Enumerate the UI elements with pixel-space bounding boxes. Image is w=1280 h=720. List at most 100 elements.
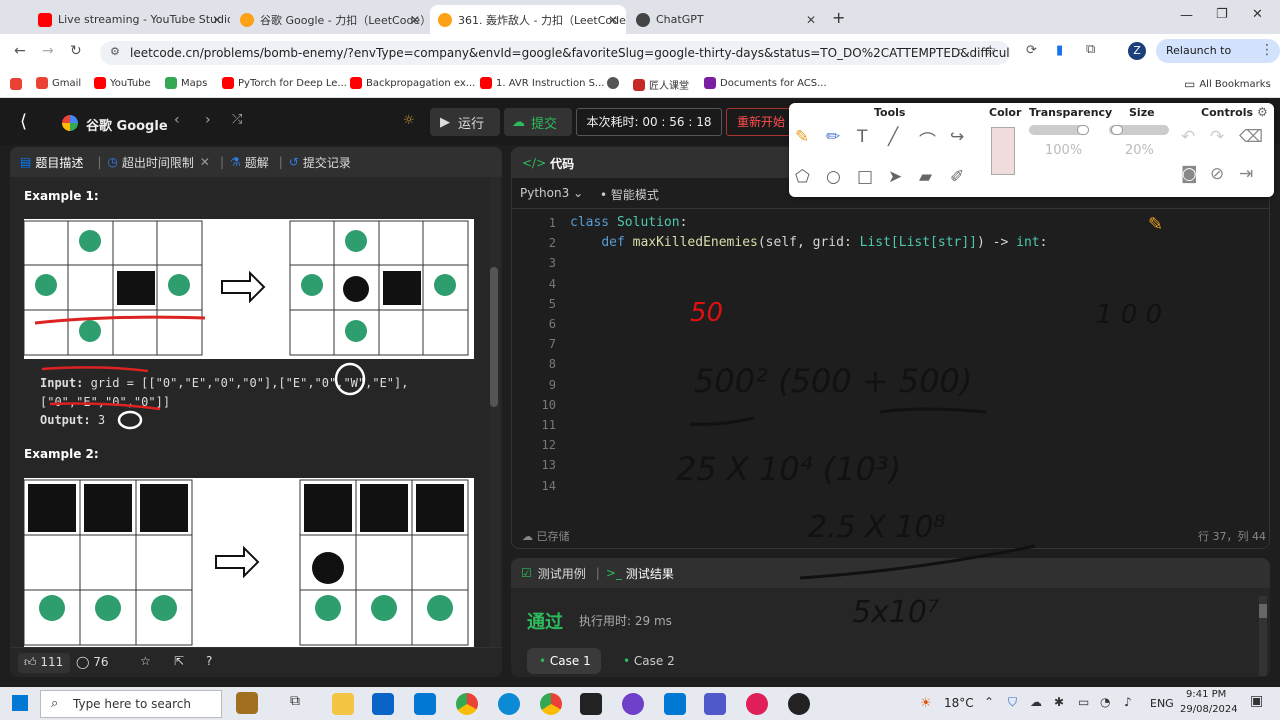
eraser-icon[interactable]: ▰ [919,167,950,194]
toolbox-app-icon[interactable] [236,692,258,714]
code-line[interactable]: class Solution: [570,215,687,230]
share-icon[interactable]: ⇱ [174,654,184,668]
bookmark-maps[interactable]: Maps [165,77,207,89]
prev-question-icon[interactable]: ‹ [174,112,180,128]
clear-icon[interactable]: ⌫ [1239,127,1268,156]
case1-tab[interactable]: • Case 1 [527,648,601,674]
square-icon[interactable]: □ [857,167,888,194]
tab-testresult[interactable]: 测试结果 [626,565,674,582]
display-icon[interactable]: ▭ [1078,695,1089,709]
restart-button[interactable]: 重新开始 [726,108,796,136]
debug-icon[interactable]: ☼ [403,113,415,128]
back-icon[interactable]: ← [14,43,26,59]
bookmark-pytorch[interactable]: PyTorch for Deep Le... [222,77,347,89]
bookmark-acs[interactable]: Documents for ACS... [704,77,827,89]
scrollbar[interactable] [490,177,500,647]
menu-icon[interactable]: ⋮ [1260,42,1274,58]
bookmark-icon[interactable] [10,78,22,90]
teams-icon[interactable] [704,693,726,715]
github-desktop-icon[interactable] [622,693,644,715]
terminal-app-icon[interactable] [580,693,602,715]
vscode-icon[interactable] [664,693,686,715]
forward-icon[interactable]: → [42,43,54,59]
slack-icon[interactable] [746,693,768,715]
minimize-icon[interactable]: — [1180,8,1193,23]
extension2-icon[interactable]: ▮ [1056,43,1063,58]
extension-icon[interactable]: ⟳ [1026,43,1037,58]
tab-bomb-enemy[interactable]: 361. 轰炸敌人 - 力扣（LeetCode） ✕ [430,5,626,34]
text-icon[interactable]: T [857,127,888,159]
smart-mode[interactable]: • 智能模式 [600,186,659,203]
site-info-icon[interactable]: ⚙ [110,45,120,58]
shuffle-icon[interactable]: ⤮ [232,112,242,127]
size-slider[interactable] [1109,125,1169,135]
submit-button[interactable]: ☁ 提交 [504,108,572,136]
highlighter-icon[interactable]: ✐ [950,167,981,194]
maximize-icon[interactable]: ❐ [1216,7,1228,22]
settings-gear-icon[interactable]: ⚙ [1257,105,1268,119]
close-icon[interactable]: ✕ [410,13,420,27]
favorite-star-icon[interactable]: ☆ [140,654,151,668]
new-tab-icon[interactable]: + [832,8,845,27]
code-line[interactable]: def maxKilledEnemies(self, grid: List[Li… [570,235,1047,250]
camera-icon[interactable]: ◙ [1181,164,1210,193]
help-icon[interactable]: ? [206,654,212,668]
taskbar-search[interactable]: ⌕ Type here to search [40,690,222,718]
file-explorer-icon[interactable] [332,693,354,715]
notifications-icon[interactable]: ▣ [1250,693,1263,709]
bookmark-star-icon[interactable]: ☆ [984,43,997,59]
puzzle-icon[interactable]: ⧉ [1086,42,1095,57]
next-question-icon[interactable]: › [205,112,211,128]
hide-icon[interactable]: ⊘ [1210,164,1239,193]
task-view-icon[interactable]: ⧉ [290,693,312,715]
pencil-icon[interactable]: ✎ [795,127,826,159]
transparency-slider[interactable] [1029,125,1089,135]
circle-icon[interactable]: ○ [826,167,857,194]
leetcode-logo-icon[interactable]: ⟨ [20,111,27,132]
volume-icon[interactable]: ♪ [1124,695,1132,709]
windows-start-icon[interactable] [12,695,28,711]
tab-testcases[interactable]: 测试用例 [538,565,586,582]
profile-avatar[interactable]: Z [1128,42,1146,60]
case2-tab[interactable]: • Case 2 [615,648,689,674]
bookmark-globe[interactable] [607,77,619,89]
tab-google-leetcode[interactable]: 谷歌 Google - 力扣（LeetCode） ✕ [232,5,428,34]
close-window-icon[interactable]: ✕ [1252,7,1263,22]
pentagon-icon[interactable]: ⬠ [795,167,826,194]
marker-icon[interactable]: ✏ [826,127,857,159]
like-button[interactable]: 👍︎ 111 [18,653,70,673]
scrollbar[interactable] [1259,596,1267,676]
company-title[interactable]: 谷歌 Google [86,115,168,134]
tray-chevron-icon[interactable]: ⌃ [984,695,994,709]
zoom-icon[interactable]: ⌕ [957,44,964,59]
bookmark-jiangren[interactable]: 匠人课堂 [633,77,689,92]
line-icon[interactable]: ╱ [888,127,919,159]
bookmark-avr[interactable]: 1. AVR Instruction S... [480,77,604,89]
close-icon[interactable]: ✕ [608,13,618,27]
redo-icon[interactable]: ↷ [1210,127,1239,156]
curve-icon[interactable]: ⌒ [919,127,950,159]
obs-icon[interactable] [788,693,810,715]
clock-date[interactable]: 29/08/2024 [1180,704,1238,715]
all-bookmarks[interactable]: ▭ All Bookmarks [1184,77,1271,91]
undo-icon[interactable]: ↶ [1181,127,1210,156]
language-indicator[interactable]: ENG [1150,697,1174,710]
close-icon[interactable]: ✕ [806,13,816,27]
bluetooth-icon[interactable]: ✱ [1054,695,1064,709]
bookmark-youtube[interactable]: YouTube [94,77,151,89]
arrow-icon[interactable]: ↪ [950,127,981,159]
clock-time[interactable]: 9:41 PM [1186,689,1226,700]
code-tab[interactable]: 代码 [550,155,574,172]
tab-youtube-studio[interactable]: Live streaming - YouTube Studio ✕ [30,5,230,34]
pointer-icon[interactable]: ➤ [888,167,919,194]
reload-icon[interactable]: ↻ [70,43,82,59]
color-swatch[interactable] [991,127,1015,175]
bookmark-gmail[interactable]: Gmail [36,77,81,89]
cloud-icon[interactable]: ☁ [1030,695,1042,709]
chrome-icon[interactable] [456,693,478,715]
mail-icon[interactable] [414,693,436,715]
exit-icon[interactable]: ⇥ [1239,164,1268,193]
run-button[interactable]: ▶ 运行 [430,108,500,136]
weather-icon[interactable]: ☀ [920,696,932,711]
url-input[interactable]: leetcode.cn/problems/bomb-enemy/?envType… [100,41,1010,65]
